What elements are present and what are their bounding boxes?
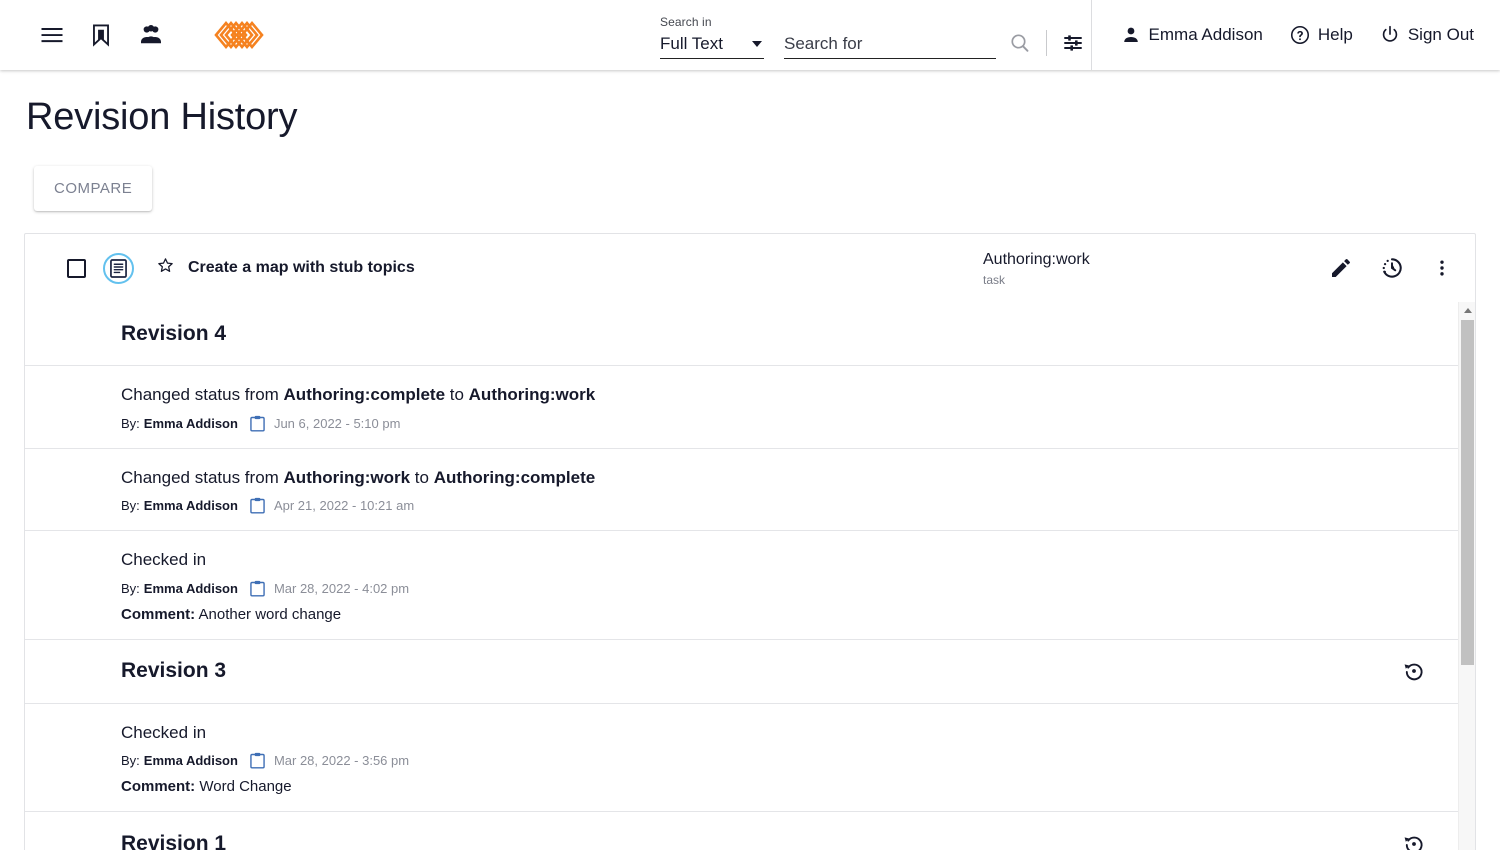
entry-description: Changed status from Authoring:work to Au… <box>121 467 596 487</box>
chevron-down-icon <box>752 41 762 47</box>
revision-header: Revision 3 <box>25 640 1458 704</box>
app-header: Search in Full Text Search for Emma Addi… <box>0 0 1500 70</box>
document-status: Authoring:work <box>983 250 1090 268</box>
clipboard-icon <box>250 415 265 432</box>
search-for-group <box>784 34 996 70</box>
entry-description: Checked in <box>121 550 207 569</box>
entry-date: Apr 21, 2022 - 10:21 am <box>273 498 415 513</box>
entry-date: Mar 28, 2022 - 3:56 pm <box>273 753 410 768</box>
document-row: Create a map with stub topics Authoring:… <box>25 234 1475 302</box>
revision-scrollbar[interactable] <box>1458 302 1475 850</box>
compare-button[interactable]: COMPARE <box>34 166 153 211</box>
entry-meta: By: Emma Addison Apr 21, 2022 - 10:21 am <box>121 497 1458 514</box>
brand-logo[interactable] <box>194 15 274 55</box>
page-title: Revision History <box>26 96 298 138</box>
entry-author: Emma Addison <box>143 498 238 513</box>
sign-out-button[interactable]: Sign Out <box>1379 24 1474 46</box>
entry-author: Emma Addison <box>143 415 238 431</box>
revision-list-container: Revision 4 Changed status from Authoring:… <box>25 302 1475 850</box>
entry-date: Mar 28, 2022 - 4:02 pm <box>273 580 410 596</box>
entry-author: Emma Addison <box>143 753 238 768</box>
header-divider <box>1046 30 1047 56</box>
pencil-icon[interactable] <box>1329 256 1353 280</box>
revision-card: Create a map with stub topics Authoring:… <box>24 233 1476 850</box>
revision-entry: Checked in By: Emma Addison Mar 28, 2022 - … <box>25 531 1458 640</box>
entry-by-label: By: <box>121 580 140 596</box>
tune-filter-icon[interactable] <box>1061 31 1085 55</box>
header-left-icons <box>0 15 274 55</box>
menu-icon[interactable] <box>38 21 66 49</box>
help-icon <box>1290 25 1309 45</box>
person-icon <box>1123 27 1138 42</box>
header-user-area: Emma Addison Help Sign Out <box>1090 0 1500 70</box>
revision-header: Revision 4 <box>25 302 1458 366</box>
favorite-star-icon[interactable] <box>156 256 175 280</box>
search-icon[interactable] <box>1008 31 1032 55</box>
entry-meta: By: Emma Addison Mar 28, 2022 - 4:02 pm <box>121 580 1458 597</box>
search-in-group: Search in Full Text <box>660 15 764 70</box>
bookmark-icon[interactable] <box>88 22 114 48</box>
document-type: task <box>983 273 1006 288</box>
document-title[interactable]: Create a map with stub topics <box>188 259 415 277</box>
scrollbar-thumb[interactable] <box>1461 320 1474 665</box>
document-status-group: Authoring:work task <box>983 249 1323 288</box>
revision-entry: Changed status from Authoring:work to Au… <box>25 449 1458 531</box>
search-in-select[interactable]: Full Text <box>660 34 764 59</box>
triangle-up-icon <box>1463 308 1472 313</box>
search-action-icons <box>1008 30 1085 70</box>
user-name: Emma Addison <box>1148 25 1263 44</box>
revision-header: Revision 1 <box>25 812 1458 850</box>
help-button[interactable]: Help <box>1289 24 1353 46</box>
user-profile[interactable]: Emma Addison <box>1120 24 1263 46</box>
power-icon <box>1382 25 1398 42</box>
entry-by-label: By: <box>121 415 140 431</box>
document-type-icon[interactable] <box>103 252 134 284</box>
entry-meta: By: Emma Addison Mar 28, 2022 - 3:56 pm <box>121 752 1458 769</box>
revision-entry: Checked in By: Emma Addison Mar 28, 2022 - … <box>25 704 1458 812</box>
sign-out-label: Sign Out <box>1407 25 1474 44</box>
entry-comment: Comment: Another word change <box>121 605 342 623</box>
revision-title: Revision 3 <box>121 659 227 682</box>
restore-revision-icon[interactable] <box>1402 659 1426 683</box>
document-actions <box>1323 255 1453 281</box>
search-in-label: Search in <box>660 15 712 29</box>
entry-description: Checked in <box>121 722 207 742</box>
revision-list: Revision 4 Changed status from Authoring:… <box>25 302 1458 850</box>
page-body: Revision History COMPARE Create a map wi <box>0 96 1500 850</box>
restore-revision-icon[interactable] <box>1402 832 1426 850</box>
compare-toolbar: COMPARE <box>34 166 1476 211</box>
entry-date: Jun 6, 2022 - 5:10 pm <box>273 415 401 431</box>
revision-entry: Changed status from Authoring:complete t… <box>25 366 1458 449</box>
people-icon[interactable] <box>136 20 166 50</box>
entry-author: Emma Addison <box>143 580 238 596</box>
clipboard-icon <box>250 580 265 597</box>
revision-title: Revision 4 <box>121 321 227 345</box>
scroll-up-button[interactable] <box>1459 302 1475 319</box>
entry-description: Changed status from Authoring:complete t… <box>121 385 596 404</box>
header-search-area: Search in Full Text <box>660 0 1085 70</box>
entry-by-label: By: <box>121 498 140 513</box>
search-in-value: Full Text <box>660 34 723 53</box>
more-vertical-icon[interactable] <box>1431 257 1453 279</box>
select-checkbox[interactable] <box>67 258 86 278</box>
clipboard-icon <box>250 752 265 769</box>
history-clock-icon[interactable] <box>1379 255 1405 281</box>
search-input[interactable] <box>784 34 996 59</box>
entry-by-label: By: <box>121 753 140 768</box>
entry-meta: By: Emma Addison Jun 6, 2022 - 5:10 pm <box>121 415 1458 432</box>
clipboard-icon <box>250 497 265 514</box>
help-label: Help <box>1317 25 1353 44</box>
revision-title: Revision 1 <box>121 831 227 850</box>
entry-comment: Comment: Word Change <box>121 778 292 795</box>
